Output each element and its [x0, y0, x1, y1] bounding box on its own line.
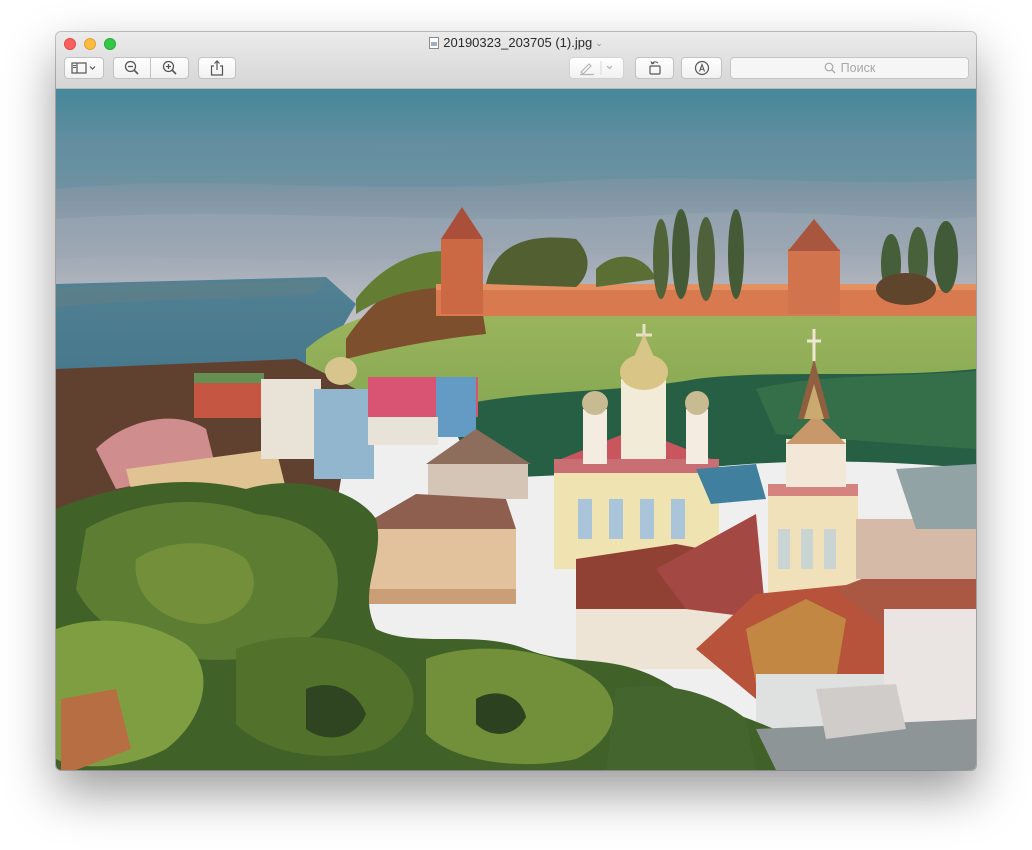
zoom-in-icon [162, 60, 177, 75]
window-title[interactable]: 20190323_203705 (1).jpg ⌄ [56, 35, 976, 51]
image-canvas[interactable] [56, 89, 976, 770]
painting-image [56, 89, 976, 770]
rotate-button[interactable] [635, 57, 674, 79]
search-icon [824, 62, 836, 74]
share-button[interactable] [198, 57, 236, 79]
search-field[interactable]: Поиск [730, 57, 969, 79]
preview-window: 20190323_203705 (1).jpg ⌄ Поиск [56, 32, 976, 770]
highlight-button[interactable] [569, 57, 624, 79]
zoom-in-button[interactable] [150, 57, 189, 79]
zoom-out-icon [124, 60, 139, 75]
window-title-text: 20190323_203705 (1).jpg [443, 35, 593, 50]
sidebar-button[interactable] [64, 57, 104, 79]
markup-circle-icon [694, 60, 709, 76]
chevron-down-icon: ⌄ [595, 38, 603, 48]
search-placeholder: Поиск [840, 61, 876, 75]
title-bar[interactable]: 20190323_203705 (1).jpg ⌄ Поиск [56, 32, 976, 89]
sidebar-icon [71, 62, 96, 74]
jpeg-file-icon [429, 37, 440, 49]
share-icon [210, 60, 224, 76]
pen-icon [579, 61, 612, 76]
rotate-icon [648, 61, 661, 75]
markup-button[interactable] [681, 57, 722, 79]
zoom-out-button[interactable] [113, 57, 151, 79]
